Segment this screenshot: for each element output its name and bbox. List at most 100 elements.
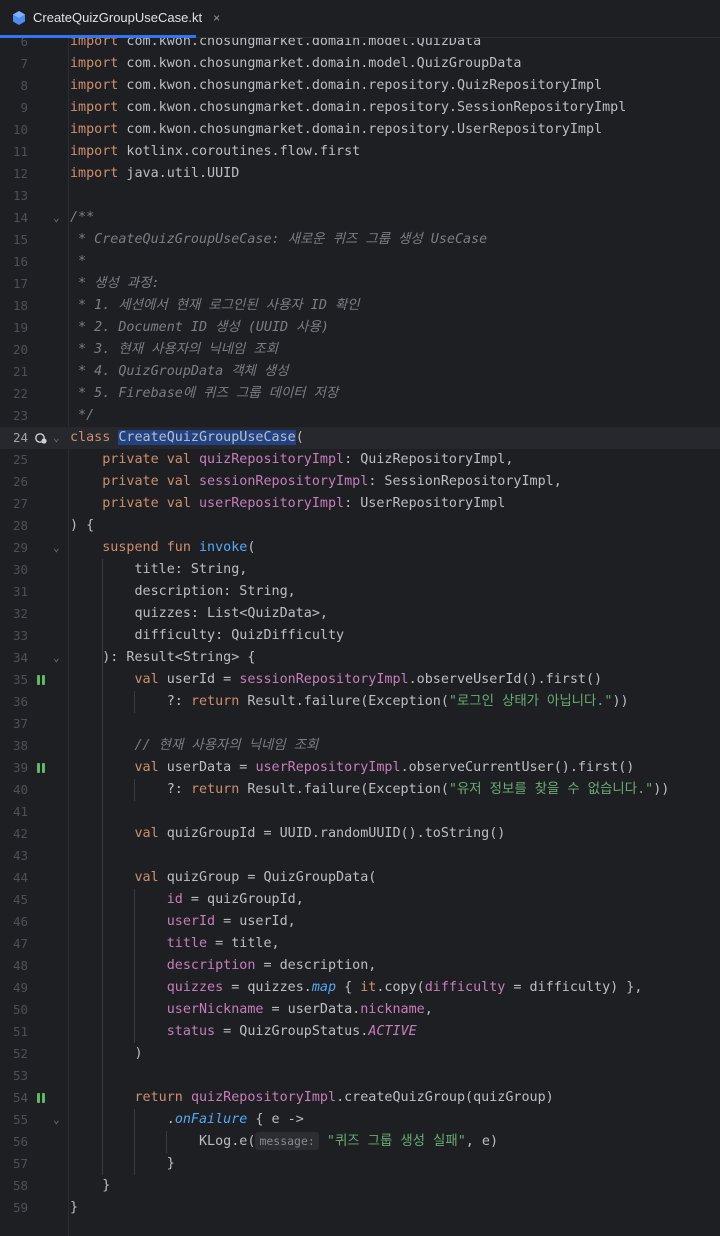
code-line[interactable]: 44 val quizGroup = QuizGroupData( [0, 867, 720, 889]
line-number[interactable]: 29 [0, 537, 28, 559]
code-line[interactable]: 35 val userId = sessionRepositoryImpl.ob… [0, 669, 720, 691]
code-line[interactable]: 23 */ [0, 405, 720, 427]
code-line[interactable]: 22 * 5. Firebase에 퀴즈 그룹 데이터 저장 [0, 383, 720, 405]
code-line[interactable]: 15 * CreateQuizGroupUseCase: 새로운 퀴즈 그룹 생… [0, 229, 720, 251]
code-line[interactable]: 53 [0, 1065, 720, 1087]
fold-chevron-icon[interactable]: ⌄ [53, 427, 60, 449]
code-line[interactable]: 18 * 1. 세션에서 현재 로그인된 사용자 ID 확인 [0, 295, 720, 317]
line-number[interactable]: 28 [0, 515, 28, 537]
line-number[interactable]: 45 [0, 889, 28, 911]
fold-chevron-icon[interactable]: ⌄ [53, 1109, 60, 1131]
code-line[interactable]: 7 import com.kwon.chosungmarket.domain.mo… [0, 53, 720, 75]
line-number[interactable]: 35 [0, 669, 28, 691]
code-line[interactable]: 55 ⌄ .onFailure { e -> [0, 1109, 720, 1131]
fold-chevron-icon[interactable]: ⌄ [53, 207, 60, 229]
fold-chevron-icon[interactable]: ⌄ [53, 537, 60, 559]
code-line[interactable]: 25 private val quizRepositoryImpl: QuizR… [0, 449, 720, 471]
usages-icon[interactable] [34, 431, 48, 445]
line-number[interactable]: 39 [0, 757, 28, 779]
line-number[interactable]: 14 [0, 207, 28, 229]
line-number[interactable]: 19 [0, 317, 28, 339]
line-number[interactable]: 43 [0, 845, 28, 867]
code-line[interactable]: 12 import java.util.UUID [0, 163, 720, 185]
code-line[interactable]: 47 title = title, [0, 933, 720, 955]
code-line[interactable]: 13 [0, 185, 720, 207]
code-line[interactable]: 19 * 2. Document ID 생성 (UUID 사용) [0, 317, 720, 339]
code-line[interactable]: 54 return quizRepositoryImpl.createQuizG… [0, 1087, 720, 1109]
line-number[interactable]: 13 [0, 185, 28, 207]
code-line[interactable]: 56 KLog.e(message: "퀴즈 그룹 생성 실패", e) [0, 1131, 720, 1153]
line-number[interactable]: 56 [0, 1131, 28, 1153]
code-line[interactable]: 36 ?: return Result.failure(Exception("로… [0, 691, 720, 713]
code-line[interactable]: 52 ) [0, 1043, 720, 1065]
line-number[interactable]: 23 [0, 405, 28, 427]
suspend-call-icon[interactable] [36, 675, 46, 685]
line-number[interactable]: 20 [0, 339, 28, 361]
line-number[interactable]: 47 [0, 933, 28, 955]
tab-create-quiz-group-use-case[interactable]: CreateQuizGroupUseCase.kt × [0, 0, 220, 38]
line-number[interactable]: 22 [0, 383, 28, 405]
line-number[interactable]: 36 [0, 691, 28, 713]
suspend-call-icon[interactable] [36, 763, 46, 773]
line-number[interactable]: 12 [0, 163, 28, 185]
code-line[interactable]: 21 * 4. QuizGroupData 객체 생성 [0, 361, 720, 383]
code-line[interactable]: 58 } [0, 1175, 720, 1197]
line-number[interactable]: 11 [0, 141, 28, 163]
line-number[interactable]: 52 [0, 1043, 28, 1065]
suspend-call-icon[interactable] [36, 1093, 46, 1103]
line-number[interactable]: 24 [0, 427, 28, 449]
code-line[interactable]: 8 import com.kwon.chosungmarket.domain.re… [0, 75, 720, 97]
line-number[interactable]: 54 [0, 1087, 28, 1109]
line-number[interactable]: 32 [0, 603, 28, 625]
code-line[interactable]: 40 ?: return Result.failure(Exception("유… [0, 779, 720, 801]
line-number[interactable]: 51 [0, 1021, 28, 1043]
code-line[interactable]: 10 import com.kwon.chosungmarket.domain.r… [0, 119, 720, 141]
code-line[interactable]: 28) { [0, 515, 720, 537]
code-editor[interactable]: 6 import com.kwon.chosungmarket.domain.mo… [0, 38, 720, 1236]
code-line[interactable]: 39 val userData = userRepositoryImpl.obs… [0, 757, 720, 779]
code-line[interactable]: 46 userId = userId, [0, 911, 720, 933]
fold-chevron-icon[interactable]: ⌄ [53, 647, 60, 669]
line-number[interactable]: 10 [0, 119, 28, 141]
code-line[interactable]: 50 userNickname = userData.nickname, [0, 999, 720, 1021]
line-number[interactable]: 15 [0, 229, 28, 251]
code-line[interactable]: 32 quizzes: List<QuizData>, [0, 603, 720, 625]
code-line[interactable]: 17 * 생성 과정: [0, 273, 720, 295]
line-number[interactable]: 34 [0, 647, 28, 669]
code-line[interactable]: 11 import kotlinx.coroutines.flow.first [0, 141, 720, 163]
code-line[interactable]: 24 ⌄ class CreateQuizGroupUseCase( [0, 427, 720, 449]
code-line[interactable]: 41 [0, 801, 720, 823]
line-number[interactable]: 41 [0, 801, 28, 823]
code-line[interactable]: 30 title: String, [0, 559, 720, 581]
code-line[interactable]: 9 import com.kwon.chosungmarket.domain.re… [0, 97, 720, 119]
code-line[interactable]: 34 ⌄ ): Result<String> { [0, 647, 720, 669]
code-line[interactable]: 31 description: String, [0, 581, 720, 603]
code-line[interactable]: 6 import com.kwon.chosungmarket.domain.mo… [0, 38, 720, 53]
code-line[interactable]: 14 ⌄ /** [0, 207, 720, 229]
code-line[interactable]: 20 * 3. 현재 사용자의 닉네임 조회 [0, 339, 720, 361]
line-number[interactable]: 38 [0, 735, 28, 757]
line-number[interactable]: 30 [0, 559, 28, 581]
code-line[interactable]: 33 difficulty: QuizDifficulty [0, 625, 720, 647]
line-number[interactable]: 57 [0, 1153, 28, 1175]
line-number[interactable]: 16 [0, 251, 28, 273]
line-number[interactable]: 26 [0, 471, 28, 493]
line-number[interactable]: 18 [0, 295, 28, 317]
line-number[interactable]: 50 [0, 999, 28, 1021]
code-line[interactable]: 59} [0, 1197, 720, 1219]
line-number[interactable]: 44 [0, 867, 28, 889]
code-line[interactable]: 51 status = QuizGroupStatus.ACTIVE [0, 1021, 720, 1043]
code-line[interactable]: 16 * [0, 251, 720, 273]
line-number[interactable]: 46 [0, 911, 28, 933]
line-number[interactable]: 58 [0, 1175, 28, 1197]
line-number[interactable]: 7 [0, 53, 28, 75]
code-line[interactable]: 38 // 현재 사용자의 닉네임 조회 [0, 735, 720, 757]
line-number[interactable]: 17 [0, 273, 28, 295]
line-number[interactable]: 53 [0, 1065, 28, 1087]
line-number[interactable]: 8 [0, 75, 28, 97]
code-line[interactable]: 45 id = quizGroupId, [0, 889, 720, 911]
line-number[interactable]: 55 [0, 1109, 28, 1131]
code-line[interactable]: 27 private val userRepositoryImpl: UserR… [0, 493, 720, 515]
code-line[interactable]: 49 quizzes = quizzes.map { it.copy(diffi… [0, 977, 720, 999]
line-number[interactable]: 9 [0, 97, 28, 119]
